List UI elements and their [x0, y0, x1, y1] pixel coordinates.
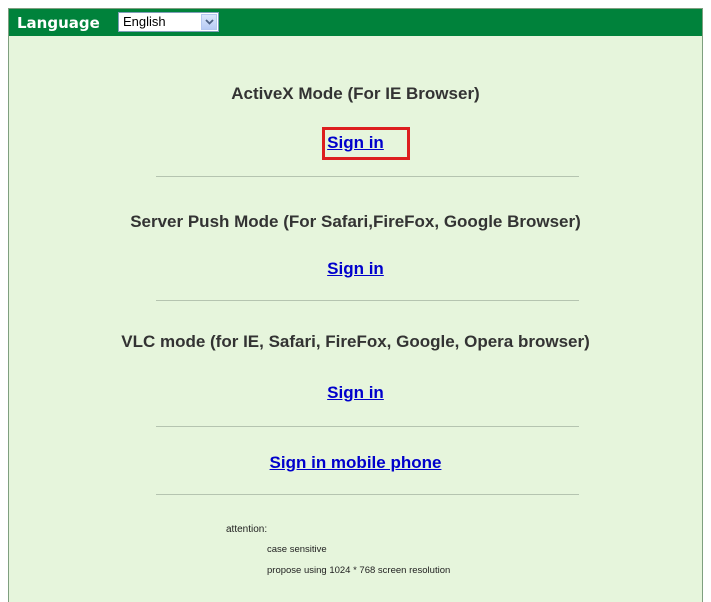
mobile-signin: Sign in mobile phone — [9, 453, 702, 473]
language-bar: Language English — [9, 9, 702, 36]
server-push-mode-title: Server Push Mode (For Safari,FireFox, Go… — [130, 212, 581, 231]
language-select[interactable]: English — [118, 12, 219, 32]
mobile-signin-link[interactable]: Sign in mobile phone — [270, 453, 442, 472]
language-select-value: English — [123, 14, 166, 29]
vlc-mode-title: VLC mode (for IE, Safari, FireFox, Googl… — [121, 332, 590, 351]
vlc-signin: Sign in — [9, 383, 702, 403]
activex-mode-title: ActiveX Mode (For IE Browser) — [231, 84, 480, 103]
attention-note: propose using 1024 * 768 screen resoluti… — [267, 565, 451, 576]
activex-signin-link[interactable]: Sign in — [327, 133, 384, 152]
activex-signin: Sign in — [9, 133, 702, 153]
divider — [156, 426, 579, 427]
language-label: Language — [17, 14, 100, 32]
chevron-down-icon[interactable] — [201, 14, 217, 30]
divider — [156, 300, 579, 301]
vlc-signin-link[interactable]: Sign in — [327, 383, 384, 402]
attention-label: attention: — [226, 524, 268, 535]
server-push-signin: Sign in — [9, 259, 702, 279]
attention-note: case sensitive — [267, 544, 327, 555]
login-panel: Language English ActiveX Mode (For IE Br… — [8, 8, 703, 602]
divider — [156, 176, 579, 177]
divider — [156, 494, 579, 495]
server-push-signin-link[interactable]: Sign in — [327, 259, 384, 278]
